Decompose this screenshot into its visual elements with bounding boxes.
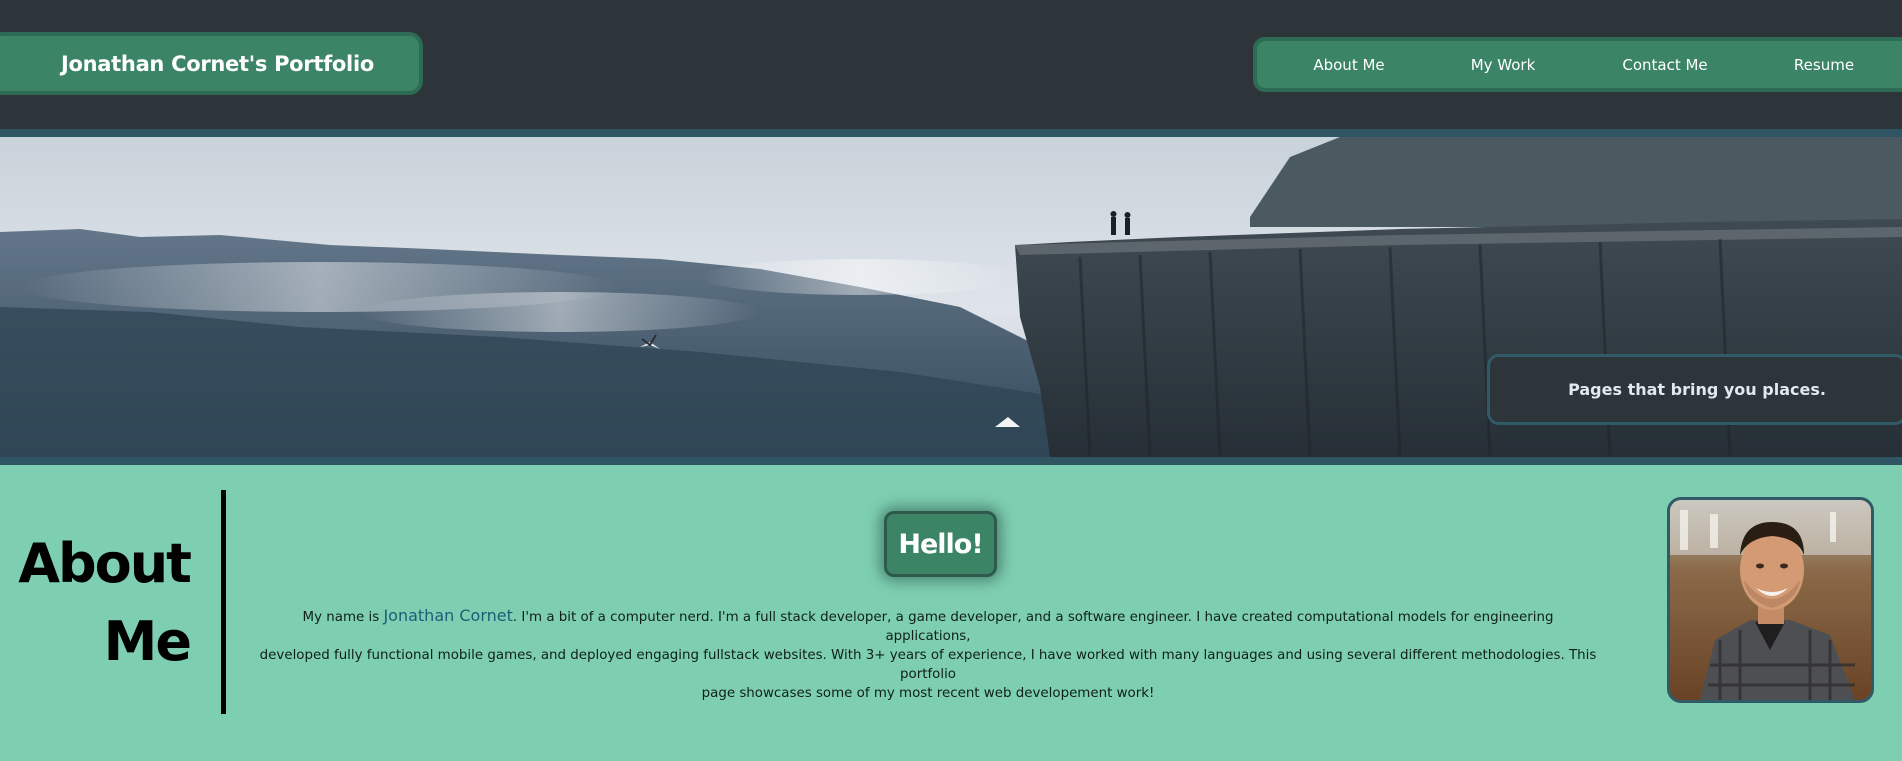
bio-paragraph: My name is Jonathan Cornet. I'm a bit of… bbox=[258, 606, 1598, 703]
main-nav: About Me My Work Contact Me Resume bbox=[1253, 37, 1902, 92]
tagline-text: Pages that bring you places. bbox=[1568, 380, 1826, 399]
tagline-box: Pages that bring you places. bbox=[1487, 354, 1902, 425]
profile-photo bbox=[1667, 497, 1874, 703]
site-header: Jonathan Cornet's Portfolio About Me My … bbox=[0, 0, 1902, 129]
hero-border-top bbox=[0, 129, 1902, 137]
brand-logo-box[interactable]: Jonathan Cornet's Portfolio bbox=[0, 32, 423, 95]
nav-resume[interactable]: Resume bbox=[1794, 56, 1854, 74]
bio-line1-rest: . I'm a bit of a computer nerd. I'm a fu… bbox=[512, 610, 1554, 644]
bio-line2: developed fully functional mobile games,… bbox=[259, 648, 1597, 682]
about-heading-line2: Me bbox=[103, 610, 192, 673]
hello-text: Hello! bbox=[898, 528, 983, 560]
about-heading-line1: About bbox=[18, 532, 192, 595]
about-heading: About Me bbox=[0, 525, 192, 681]
nav-my-work[interactable]: My Work bbox=[1471, 56, 1536, 74]
hero-border-bottom bbox=[0, 457, 1902, 465]
bio-line3: page showcases some of my most recent we… bbox=[701, 686, 1155, 701]
bio-name-link[interactable]: Jonathan Cornet bbox=[383, 606, 512, 625]
nav-contact-me[interactable]: Contact Me bbox=[1622, 56, 1707, 74]
nav-about-me[interactable]: About Me bbox=[1313, 56, 1384, 74]
brand-title[interactable]: Jonathan Cornet's Portfolio bbox=[61, 52, 374, 76]
about-divider bbox=[221, 490, 226, 714]
about-section: About Me Hello! My name is Jonathan Corn… bbox=[0, 465, 1902, 761]
bio-prefix: My name is bbox=[302, 610, 384, 625]
hello-badge: Hello! bbox=[884, 511, 997, 577]
